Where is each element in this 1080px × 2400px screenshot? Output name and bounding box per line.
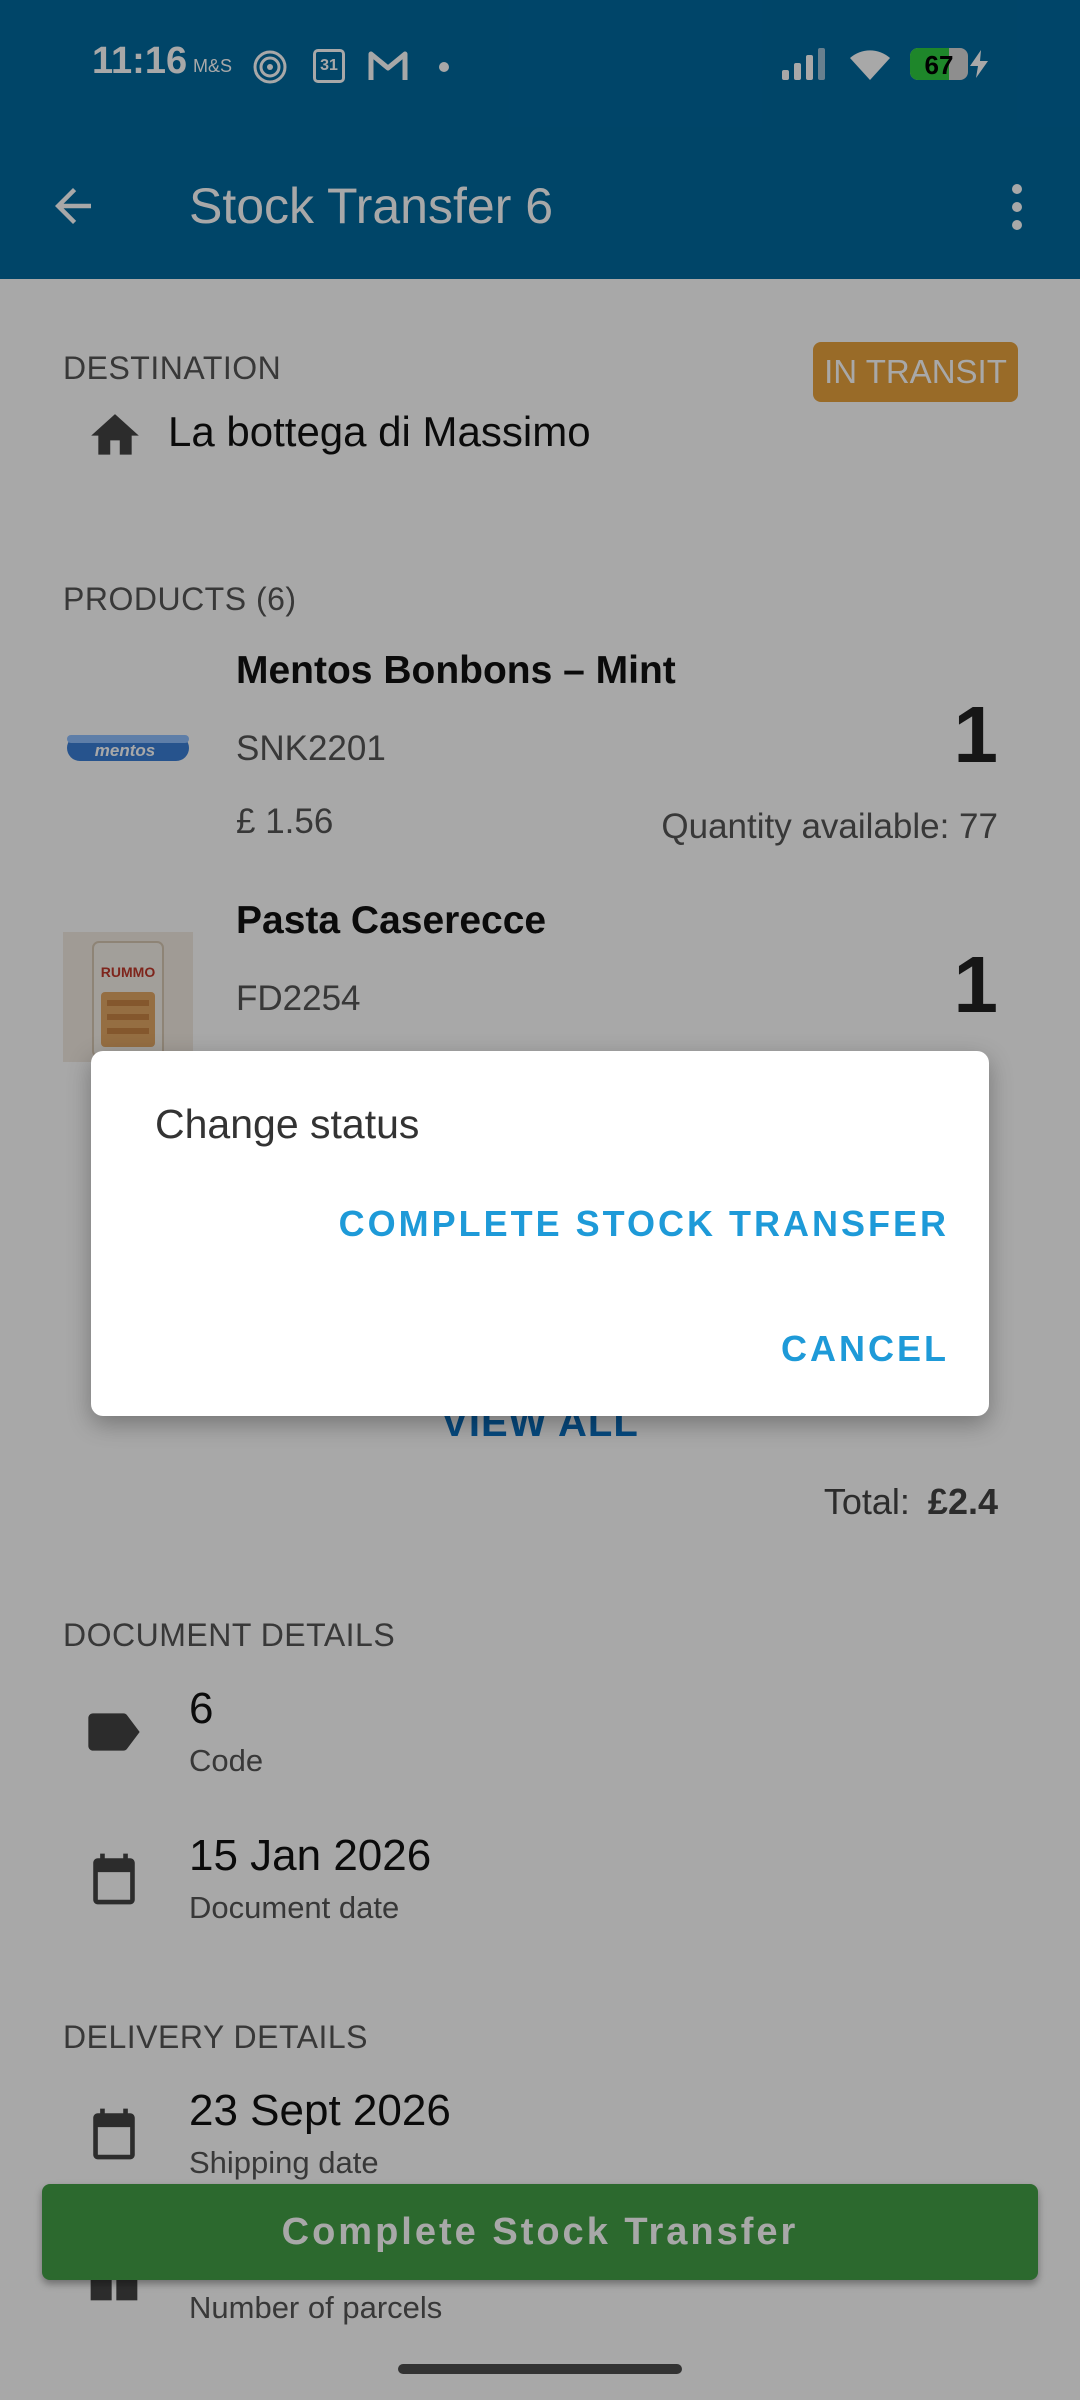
cancel-button[interactable]: CANCEL [781, 1328, 949, 1370]
complete-transfer-action[interactable]: COMPLETE STOCK TRANSFER [339, 1203, 949, 1245]
gesture-nav-handle[interactable] [398, 2364, 682, 2374]
change-status-dialog: Change status COMPLETE STOCK TRANSFER CA… [91, 1051, 989, 1416]
dialog-title: Change status [155, 1101, 420, 1147]
